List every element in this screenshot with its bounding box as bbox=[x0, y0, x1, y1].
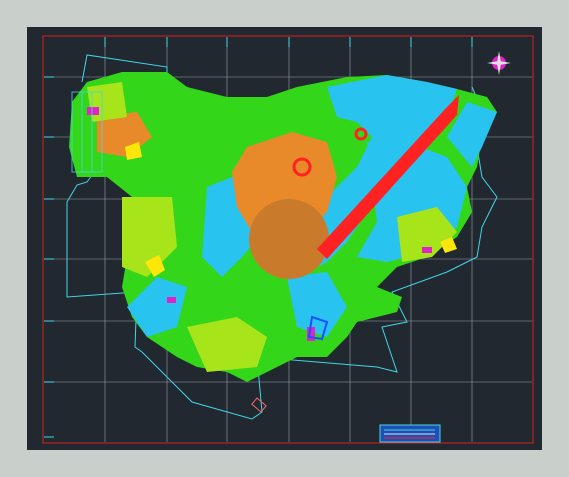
bottom-marker bbox=[251, 397, 267, 413]
cad-viewport[interactable] bbox=[27, 27, 542, 450]
legend-box bbox=[379, 424, 441, 443]
compass-rose-icon bbox=[487, 51, 511, 75]
city-zoning-plan bbox=[42, 35, 534, 444]
